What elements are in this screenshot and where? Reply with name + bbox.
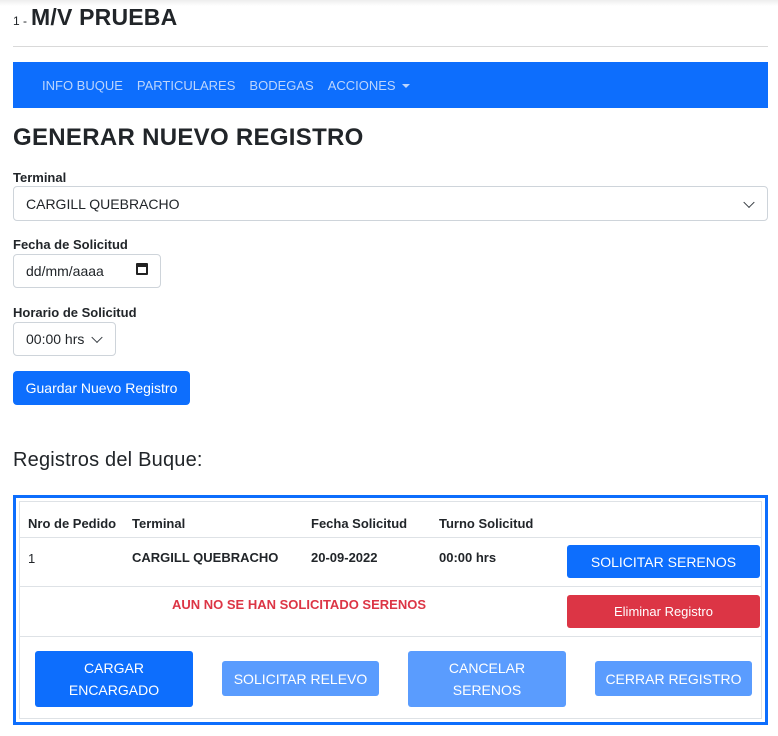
cancelar-serenos-button[interactable]: CANCELAR SERENOS [408,651,566,707]
navbar: INFO BUQUE PARTICULARES BODEGAS ACCIONES [13,62,768,108]
cancelar-serenos-line1: CANCELAR [448,660,526,676]
calendar-icon[interactable] [136,263,148,275]
nav-bodegas[interactable]: BODEGAS [249,78,313,93]
column-header-terminal: Terminal [132,516,186,531]
nav-acciones-label: ACCIONES [327,77,396,93]
guardar-registro-button[interactable]: Guardar Nuevo Registro [13,371,190,405]
horario-select-value: 00:00 hrs [26,331,85,347]
column-header-fecha: Fecha Solicitud [311,516,408,531]
terminal-label: Terminal [13,170,67,185]
registros-title: Registros del Buque: [13,449,203,471]
caret-down-icon [401,84,410,89]
chevron-down-icon [91,331,103,344]
vessel-name: M/V PRUEBA [31,4,178,30]
row-divider [20,636,761,637]
terminal-select[interactable]: CARGILL QUEBRACHO [13,186,768,221]
cargar-encargado-line2: ENCARGADO [68,682,160,698]
cerrar-registro-button[interactable]: CERRAR REGISTRO [595,661,752,696]
row-divider [20,537,761,538]
header-divider [13,46,768,47]
form-title: GENERAR NUEVO REGISTRO [13,124,364,151]
solicitar-serenos-button[interactable]: SOLICITAR SERENOS [567,545,760,578]
cell-terminal: CARGILL QUEBRACHO [132,550,279,565]
terminal-select-value: CARGILL QUEBRACHO [26,195,180,212]
nav-acciones-dropdown[interactable]: ACCIONES [328,78,410,93]
cell-turno: 00:00 hrs [439,550,497,565]
column-header-nro: Nro de Pedido [28,516,117,531]
nav-particulares[interactable]: PARTICULARES [137,78,236,93]
nav-info-buque[interactable]: INFO BUQUE [42,78,123,93]
registros-table: Nro de Pedido Terminal Fecha Solicitud T… [19,501,762,719]
cell-nro: 1 [28,551,36,566]
chevron-down-icon [743,196,755,208]
cargar-encargado-line1: CARGAR [84,660,144,676]
fecha-date-input[interactable]: dd/mm/aaaa [13,254,161,288]
solicitar-relevo-button[interactable]: SOLICITAR RELEVO [222,661,379,696]
eliminar-registro-button[interactable]: Eliminar Registro [567,595,760,628]
cell-fecha: 20-09-2022 [311,550,378,565]
column-header-turno: Turno Solicitud [439,516,534,531]
cancelar-serenos-label: CANCELAR SERENOS [449,657,525,701]
page-header: 1 - M/V PRUEBA [13,4,177,31]
vessel-number: 1 - [13,14,28,28]
fecha-label: Fecha de Solicitud [13,237,128,252]
row-divider [20,586,761,587]
horario-label: Horario de Solicitud [13,305,137,320]
cancelar-serenos-line2: SERENOS [452,682,522,698]
registros-table-frame: Nro de Pedido Terminal Fecha Solicitud T… [13,495,768,725]
fecha-placeholder: dd/mm/aaaa [26,263,104,279]
cargar-encargado-label: CARGAR ENCARGADO [69,657,159,701]
cargar-encargado-button[interactable]: CARGAR ENCARGADO [35,651,193,707]
horario-select[interactable]: 00:00 hrs [13,322,116,356]
status-message: AUN NO SE HAN SOLICITADO SERENOS [172,597,427,612]
